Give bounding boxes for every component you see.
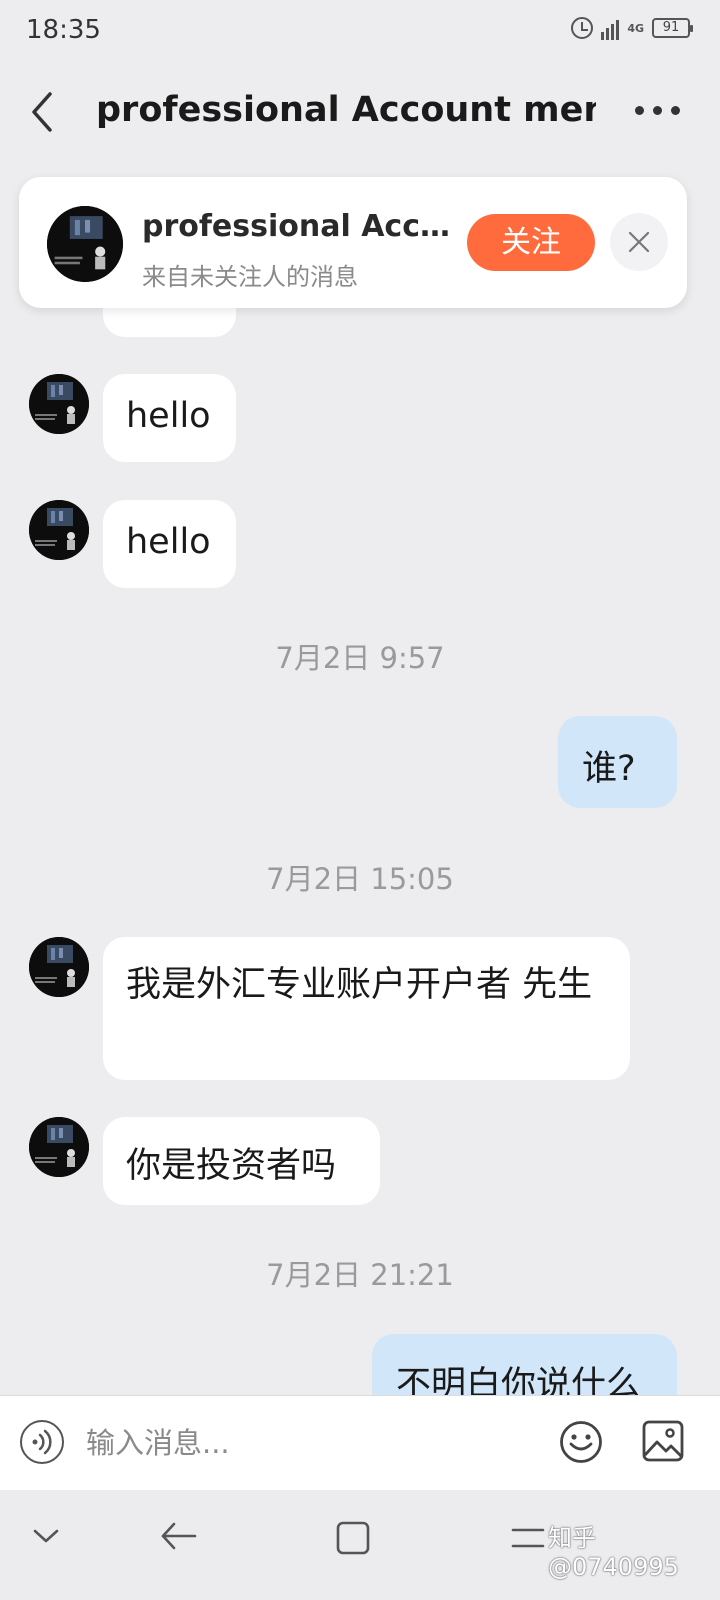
message-input[interactable] (84, 1416, 528, 1470)
system-nav-bar: 知乎 @0740995 (0, 1490, 720, 1600)
back-arrow-icon[interactable] (26, 90, 66, 134)
watermark: 知乎 @0740995 (548, 1524, 679, 1581)
emoji-icon[interactable] (559, 1420, 603, 1464)
home-nav-icon[interactable] (335, 1520, 371, 1556)
stranger-follow-card: professional Account management 来自未关注人的消… (19, 177, 687, 308)
signal-icon (601, 16, 620, 40)
message-bubble-incoming[interactable]: hello (103, 500, 236, 588)
message-text: 我是外汇专业账户开户者 先生 (126, 965, 593, 1005)
message-text: 你是投资者吗 (126, 1146, 337, 1186)
close-card-button[interactable] (610, 213, 668, 271)
message-text: hello (126, 396, 211, 436)
recents-nav-icon[interactable] (510, 1520, 546, 1556)
voice-input-icon[interactable] (20, 1420, 64, 1464)
follow-button[interactable]: 关注 (467, 214, 595, 271)
status-time: 18:35 (26, 15, 101, 45)
close-icon (628, 231, 650, 253)
sender-avatar[interactable] (29, 937, 89, 997)
card-subtitle: 来自未关注人的消息 (142, 263, 358, 291)
more-options-icon[interactable] (635, 106, 680, 115)
message-bubble-incoming[interactable]: hello (103, 374, 236, 462)
chat-header: professional Account mengar (0, 62, 720, 162)
battery-icon: 91 (652, 18, 693, 38)
chat-title: professional Account mengar (96, 90, 596, 130)
message-bubble-incoming[interactable]: 我是外汇专业账户开户者 先生 (103, 937, 630, 1080)
message-bubble-incoming[interactable]: 你是投资者吗 (103, 1117, 380, 1205)
status-bar: 18:35 4G 91 (0, 0, 720, 62)
hide-keyboard-icon[interactable] (30, 1520, 62, 1552)
sender-avatar[interactable] (29, 374, 89, 434)
timestamp: 7月2日 9:57 (275, 641, 445, 675)
alarm-icon (571, 17, 594, 39)
back-nav-icon[interactable] (160, 1520, 198, 1552)
message-text: 谁? (582, 749, 636, 789)
sender-avatar[interactable] (29, 500, 89, 560)
message-list[interactable]: hello hello 7月2日 9:57 谁? 7月2日 15:05 我是外汇… (0, 162, 720, 1424)
network-type: 4G (627, 21, 644, 35)
sender-avatar[interactable] (29, 1117, 89, 1177)
status-icons: 4G 91 (571, 16, 693, 40)
message-bubble-outgoing[interactable]: 谁? (558, 716, 677, 808)
timestamp: 7月2日 15:05 (266, 862, 454, 896)
timestamp: 7月2日 21:21 (266, 1258, 454, 1292)
image-picker-icon[interactable] (642, 1420, 684, 1462)
message-input-bar (0, 1395, 720, 1491)
message-text: hello (126, 522, 211, 562)
card-sender-name[interactable]: professional Account management (142, 209, 462, 244)
sender-avatar-large[interactable] (47, 206, 123, 282)
